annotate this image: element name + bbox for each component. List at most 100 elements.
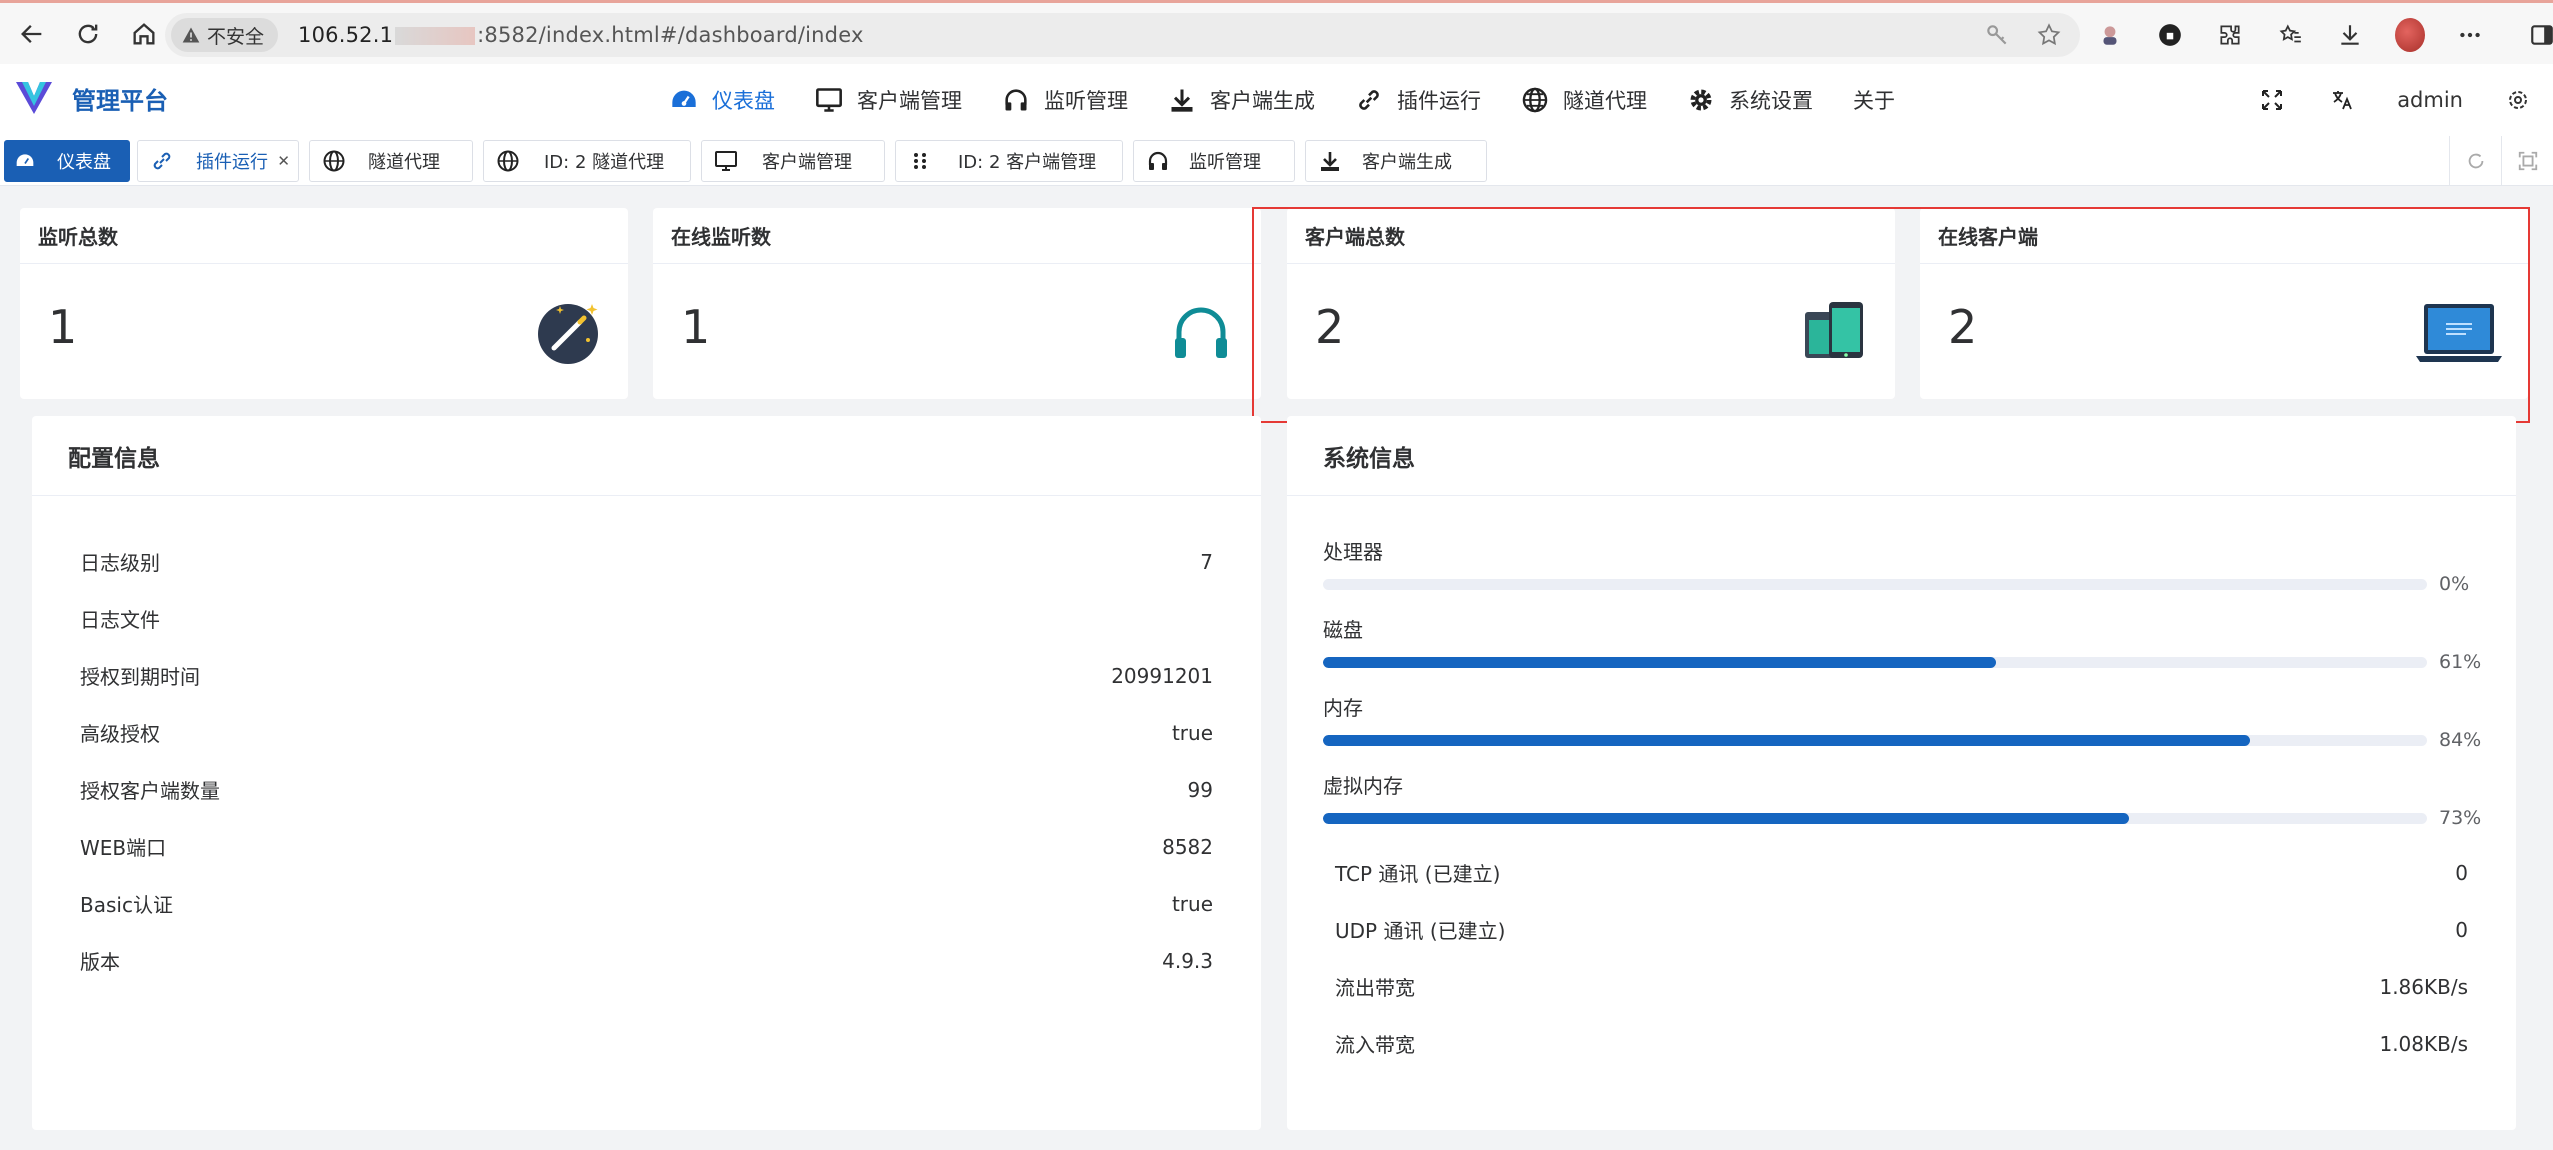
- menu-label: 客户端生成: [1210, 89, 1315, 113]
- bar-percent: 73%: [2439, 807, 2482, 829]
- config-panel: 配置信息 日志级别 7 日志文件 授权到期时间 20991201 高级授权 true …: [32, 416, 1261, 1130]
- profile-extension-icon[interactable]: [2095, 20, 2125, 50]
- menu-listener-management[interactable]: 监听管理: [982, 64, 1148, 136]
- system-row: 流入带宽 1.08KB/s: [1335, 1015, 2468, 1072]
- tab-label: 仪表盘: [57, 152, 111, 173]
- app-header: 管理平台 仪表盘 客户端管理 监听管理 客户端生成 插件运行 隧道代理 系统设置…: [0, 64, 2553, 136]
- extensions-icon[interactable]: [2215, 20, 2245, 50]
- warning-icon: [182, 27, 200, 43]
- home-button[interactable]: [122, 12, 166, 56]
- panel-title: 系统信息: [1287, 416, 2516, 496]
- menu-tunnel-proxy[interactable]: 隧道代理: [1501, 64, 1667, 136]
- stat-title: 客户端总数: [1287, 208, 1895, 264]
- link-icon: [153, 152, 171, 170]
- config-label: 高级授权: [80, 722, 160, 746]
- bar-fill: [1323, 657, 1997, 668]
- user-name[interactable]: admin: [2397, 88, 2463, 112]
- system-label: 流入带宽: [1335, 1033, 1415, 1057]
- config-row: Basic认证 true: [80, 875, 1213, 932]
- sidebar-toggle-icon[interactable]: [2527, 20, 2553, 50]
- url-text[interactable]: 106.52.1:8582/index.html#/dashboard/inde…: [298, 23, 864, 47]
- menu-label: 仪表盘: [712, 89, 775, 113]
- tab-close-icon[interactable]: ✕: [277, 152, 290, 170]
- system-value: 0: [2455, 860, 2468, 885]
- dashboard-icon: [16, 154, 34, 166]
- menu-client-management[interactable]: 客户端管理: [795, 64, 982, 136]
- config-label: 日志级别: [80, 551, 160, 575]
- bar-label: 处理器: [1323, 540, 1383, 564]
- more-icon[interactable]: [2455, 20, 2485, 50]
- system-value: 1.08KB/s: [2379, 1031, 2468, 1056]
- url-redaction: [395, 27, 476, 45]
- maximize-tab-icon[interactable]: [2501, 136, 2553, 186]
- stat-value: 2: [1315, 300, 1345, 354]
- bar-label: 内存: [1323, 696, 1363, 720]
- menu-system-settings[interactable]: 系统设置: [1667, 64, 1833, 136]
- bar-percent: 61%: [2439, 651, 2482, 673]
- globe-icon: [497, 150, 519, 172]
- config-row: 日志级别 7: [80, 533, 1213, 590]
- headphones-icon: [1175, 307, 1227, 358]
- system-label: 流出带宽: [1335, 976, 1415, 1000]
- address-bar[interactable]: 不安全 106.52.1:8582/index.html#/dashboard/…: [165, 13, 2080, 57]
- virtual-memory-progress-bar: [1323, 813, 2427, 824]
- app-title: 管理平台: [72, 86, 168, 115]
- config-row: 授权到期时间 20991201: [80, 647, 1213, 704]
- menu-dashboard[interactable]: 仪表盘: [650, 64, 795, 136]
- download-icon: [1171, 89, 1193, 112]
- bar-percent: 0%: [2439, 573, 2470, 595]
- security-indicator[interactable]: 不安全: [171, 18, 279, 52]
- bar-percent: 84%: [2439, 729, 2482, 751]
- config-label: WEB端口: [80, 836, 167, 860]
- menu-plugin-run[interactable]: 插件运行: [1335, 64, 1501, 136]
- config-row: 授权客户端数量 99: [80, 761, 1213, 818]
- tab-client-management[interactable]: 客户端管理: [701, 140, 885, 182]
- tab-dashboard[interactable]: 仪表盘: [4, 140, 130, 182]
- url-host: 106.52.1: [298, 23, 394, 47]
- fullscreen-icon[interactable]: [2257, 85, 2287, 115]
- config-value: true: [1171, 891, 1213, 916]
- tab-plugin-run[interactable]: 插件运行 ✕: [137, 140, 299, 182]
- app-logo[interactable]: 管理平台: [14, 80, 168, 116]
- menu-label: 监听管理: [1044, 89, 1128, 113]
- star-icon[interactable]: [2036, 22, 2062, 48]
- devices-icon: [1805, 302, 1863, 358]
- settings-icon[interactable]: [2503, 85, 2533, 115]
- config-value: 8582: [1162, 834, 1213, 859]
- tab-label: 客户端管理: [762, 152, 852, 173]
- config-value: 20991201: [1111, 663, 1213, 688]
- menu-label: 隧道代理: [1563, 89, 1647, 113]
- menu-about[interactable]: 关于: [1833, 64, 1915, 136]
- refresh-tab-icon[interactable]: [2449, 136, 2501, 186]
- system-row: UDP 通讯 (已建立) 0: [1335, 901, 2468, 958]
- system-value: 0: [2455, 917, 2468, 942]
- bar-label: 虚拟内存: [1323, 774, 1403, 798]
- password-extension-icon[interactable]: [2155, 20, 2185, 50]
- laptop-icon: [2416, 304, 2502, 362]
- tab-listener-management[interactable]: 监听管理: [1133, 140, 1295, 182]
- bar-fill: [1323, 735, 2251, 746]
- grip-icon: [914, 153, 926, 169]
- system-value: 1.86KB/s: [2379, 974, 2468, 999]
- favorites-icon[interactable]: [2275, 20, 2305, 50]
- monitor-icon: [816, 88, 842, 112]
- globe-icon: [323, 150, 345, 172]
- tab-id2-tunnel-proxy[interactable]: ID: 2 隧道代理: [483, 140, 691, 182]
- downloads-icon[interactable]: [2335, 20, 2365, 50]
- config-value: 99: [1187, 777, 1213, 802]
- browser-avatar[interactable]: [2395, 18, 2425, 52]
- arrow-left-icon: [21, 24, 42, 43]
- reload-button[interactable]: [66, 12, 110, 56]
- config-row: 日志文件: [80, 590, 1213, 647]
- tab-id2-client-management[interactable]: ID: 2 客户端管理: [895, 140, 1123, 182]
- headphones-icon: [1005, 89, 1027, 111]
- tabs-bar: 仪表盘 插件运行 ✕ 隧道代理 ID: 2 隧道代理 客户端管理 ID: 2 客…: [0, 136, 2553, 186]
- stat-title: 在线监听数: [653, 208, 1261, 264]
- menu-client-generation[interactable]: 客户端生成: [1148, 64, 1335, 136]
- tab-tunnel-proxy[interactable]: 隧道代理: [309, 140, 473, 182]
- key-icon[interactable]: [1984, 22, 2010, 48]
- back-button[interactable]: [10, 12, 54, 56]
- reload-icon: [78, 24, 98, 43]
- tab-client-generation[interactable]: 客户端生成: [1305, 140, 1487, 182]
- translate-icon[interactable]: [2327, 85, 2357, 115]
